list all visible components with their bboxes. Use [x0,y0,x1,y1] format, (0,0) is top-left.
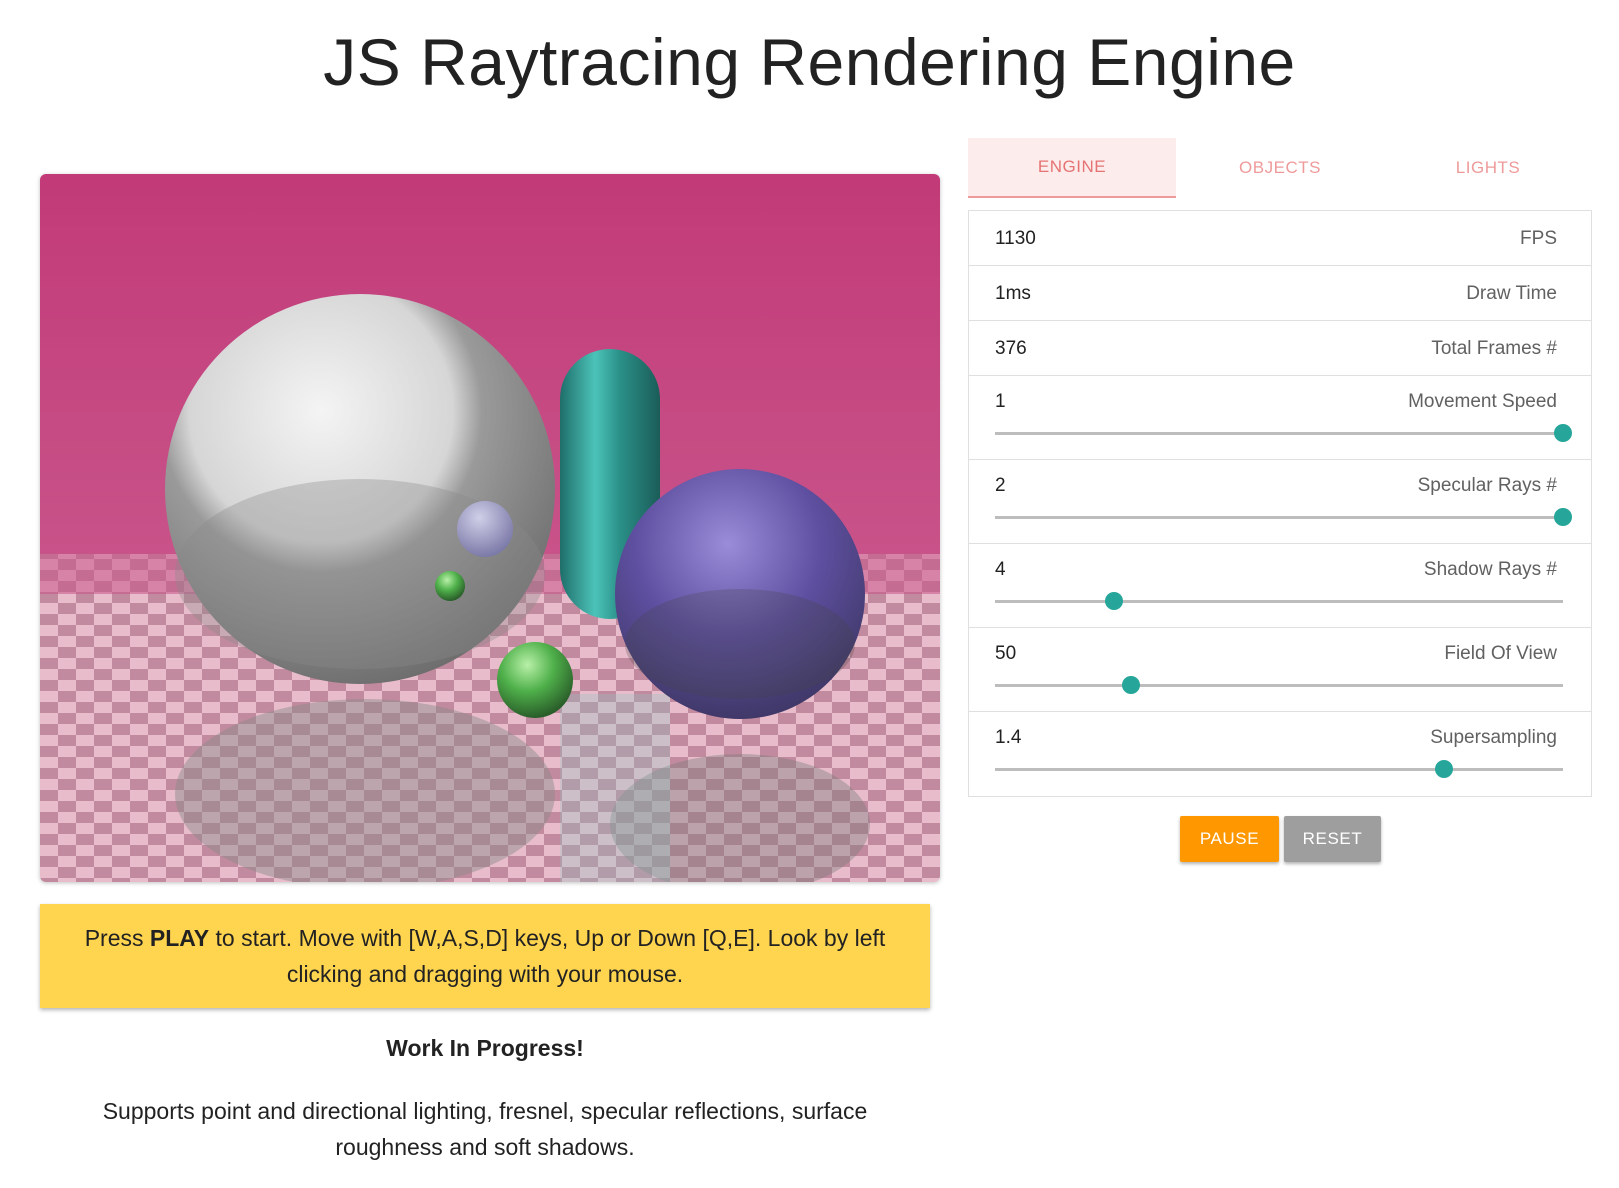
reset-button[interactable]: RESET [1284,816,1381,862]
stat-row-draw-time: 1ms Draw Time [969,266,1591,321]
page-title: JS Raytracing Rendering Engine [323,25,1296,99]
shadow-rays-slider[interactable] [995,592,1563,610]
pause-button[interactable]: PAUSE [1180,816,1279,862]
wip-heading: Work In Progress! [386,1035,584,1061]
movement-speed-label: Movement Speed [1408,391,1557,412]
slider-row-supersampling: 1.4 Supersampling [969,712,1591,796]
fps-label: FPS [1520,228,1557,249]
tab-bar: ENGINE OBJECTS LIGHTS [968,138,1592,198]
tab-engine[interactable]: ENGINE [968,138,1176,198]
supersampling-value: 1.4 [995,727,1022,748]
stat-row-fps: 1130 FPS [969,211,1591,266]
render-scene[interactable] [40,174,940,882]
specular-rays-value: 2 [995,475,1006,496]
tab-lights[interactable]: LIGHTS [1384,138,1592,198]
specular-rays-slider[interactable] [995,508,1572,526]
hint-prefix: Press [84,925,150,951]
hint-suffix: to start. Move with [W,A,S,D] keys, Up o… [209,925,886,987]
shadow-rays-slider-thumb[interactable] [1105,592,1124,610]
total-frames-label: Total Frames # [1431,338,1557,359]
supersampling-slider-thumb[interactable] [1434,760,1453,778]
slider-row-field-of-view: 50 Field Of View [969,628,1591,712]
draw-time-label: Draw Time [1466,283,1557,304]
draw-time-value: 1ms [995,283,1031,304]
shadow-rays-label: Shadow Rays # [1423,559,1557,580]
movement-speed-slider[interactable] [995,424,1572,442]
specular-rays-slider-thumb[interactable] [1554,508,1572,526]
render-canvas[interactable] [40,174,940,882]
fps-value: 1130 [995,228,1036,249]
supersampling-slider[interactable] [995,760,1563,778]
field-of-view-slider-thumb[interactable] [1122,676,1141,694]
supersampling-label: Supersampling [1430,727,1557,748]
feature-description: Supports point and directional lighting,… [102,1098,868,1160]
movement-speed-value: 1 [995,391,1006,412]
slider-row-shadow-rays: 4 Shadow Rays # [969,544,1591,628]
field-of-view-label: Field Of View [1444,643,1557,664]
engine-panel: 1130 FPS 1ms Draw Time 376 Total Frames … [968,210,1592,797]
specular-rays-label: Specular Rays # [1417,475,1557,496]
shadow-rays-value: 4 [995,559,1006,580]
instructions-banner: Press PLAY to start. Move with [W,A,S,D]… [40,904,930,1008]
field-of-view-slider[interactable] [995,676,1563,694]
movement-speed-slider-thumb[interactable] [1554,424,1572,442]
tab-objects[interactable]: OBJECTS [1176,138,1384,198]
field-of-view-value: 50 [995,643,1017,664]
slider-row-specular-rays: 2 Specular Rays # [969,460,1591,544]
hint-play-keyword: PLAY [149,925,210,951]
slider-row-movement-speed: 1 Movement Speed [969,376,1591,460]
total-frames-value: 376 [995,338,1027,359]
page: JS Raytracing Rendering Engine Press PLA… [0,0,1619,1188]
stat-row-total-frames: 376 Total Frames # [969,321,1591,376]
